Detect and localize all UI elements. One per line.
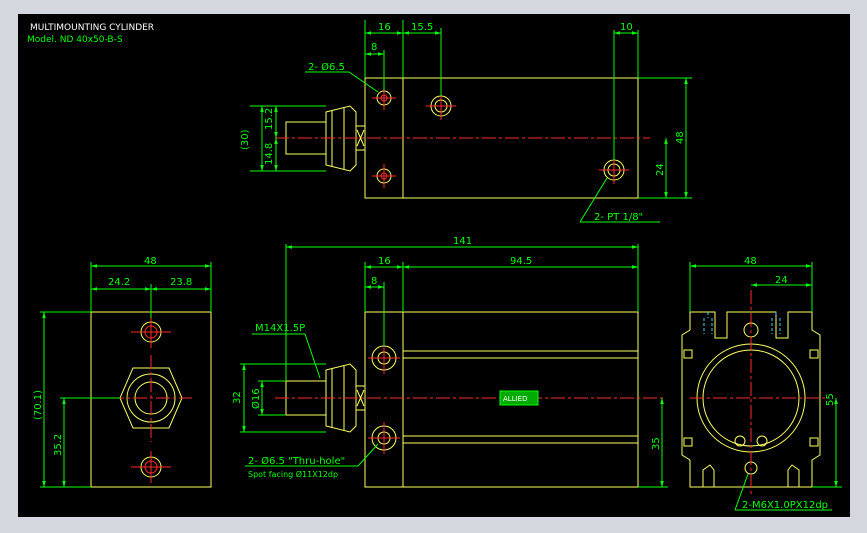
end-dim-48: 48 <box>744 256 757 267</box>
front-dim-48: 48 <box>144 256 157 267</box>
side-dim-94-5: 94.5 <box>510 256 532 267</box>
cad-drawing: MULTIMOUNTING CYLINDER Model. ND 40x50-B… <box>27 20 842 511</box>
top-dim-48: 48 <box>675 131 686 144</box>
side-dim-35: 35 <box>651 437 662 450</box>
side-dim-141: 141 <box>453 236 472 247</box>
front-view: 48 24.2 23.8 (70.1) 35.2 <box>33 256 212 488</box>
top-hole-label: 2- Ø6.5 <box>308 61 345 73</box>
top-dim-16: 16 <box>378 22 391 33</box>
end-dim-55: 55 <box>825 393 836 406</box>
end-dim-24: 24 <box>775 275 788 286</box>
front-dim-23-8: 23.8 <box>170 277 192 288</box>
drawing-title: MULTIMOUNTING CYLINDER <box>30 23 154 33</box>
end-tap-label: 2-M6X1.0PX12dp <box>742 500 828 511</box>
top-dim-15-5: 15.5 <box>411 22 433 33</box>
side-thread-label: M14X1.5P <box>255 323 305 334</box>
side-view: ALLIED 141 16 94.5 8 M14X1.5P 32 Ø16 2- … <box>232 236 668 488</box>
top-view: 16 15.5 10 8 2- Ø6.5 (30) 15.2 14.8 48 2… <box>240 20 692 223</box>
front-dim-35-2: 35.2 <box>53 434 64 456</box>
top-dim-14-8: 14.8 <box>264 143 275 165</box>
side-dim-8: 8 <box>371 276 377 287</box>
side-hole-label: 2- Ø6.5 "Thru-hole" <box>248 455 345 467</box>
top-dim-15-2: 15.2 <box>264 108 275 130</box>
side-dim-16: 16 <box>378 256 391 267</box>
drawing-canvas: MULTIMOUNTING CYLINDER Model. ND 40x50-B… <box>18 14 850 517</box>
top-dim-24: 24 <box>655 163 666 176</box>
top-port-label: 2- PT 1/8" <box>594 212 643 223</box>
top-dim-30: (30) <box>240 129 251 150</box>
front-dim-70-1: (70.1) <box>33 390 44 420</box>
side-spot-label: Spot facing Ø11X12dp <box>248 469 338 479</box>
top-dim-10: 10 <box>620 22 633 33</box>
end-view: 48 24 55 2-M6X1.0PX12dp <box>681 256 842 511</box>
model-label: Model. ND 40x50-B-S <box>27 35 123 45</box>
top-dim-8: 8 <box>371 42 377 53</box>
side-dim-16-dia: Ø16 <box>250 388 262 409</box>
side-logo: ALLIED <box>503 395 527 403</box>
side-dim-32: 32 <box>232 391 243 404</box>
front-dim-24-2: 24.2 <box>108 277 130 288</box>
